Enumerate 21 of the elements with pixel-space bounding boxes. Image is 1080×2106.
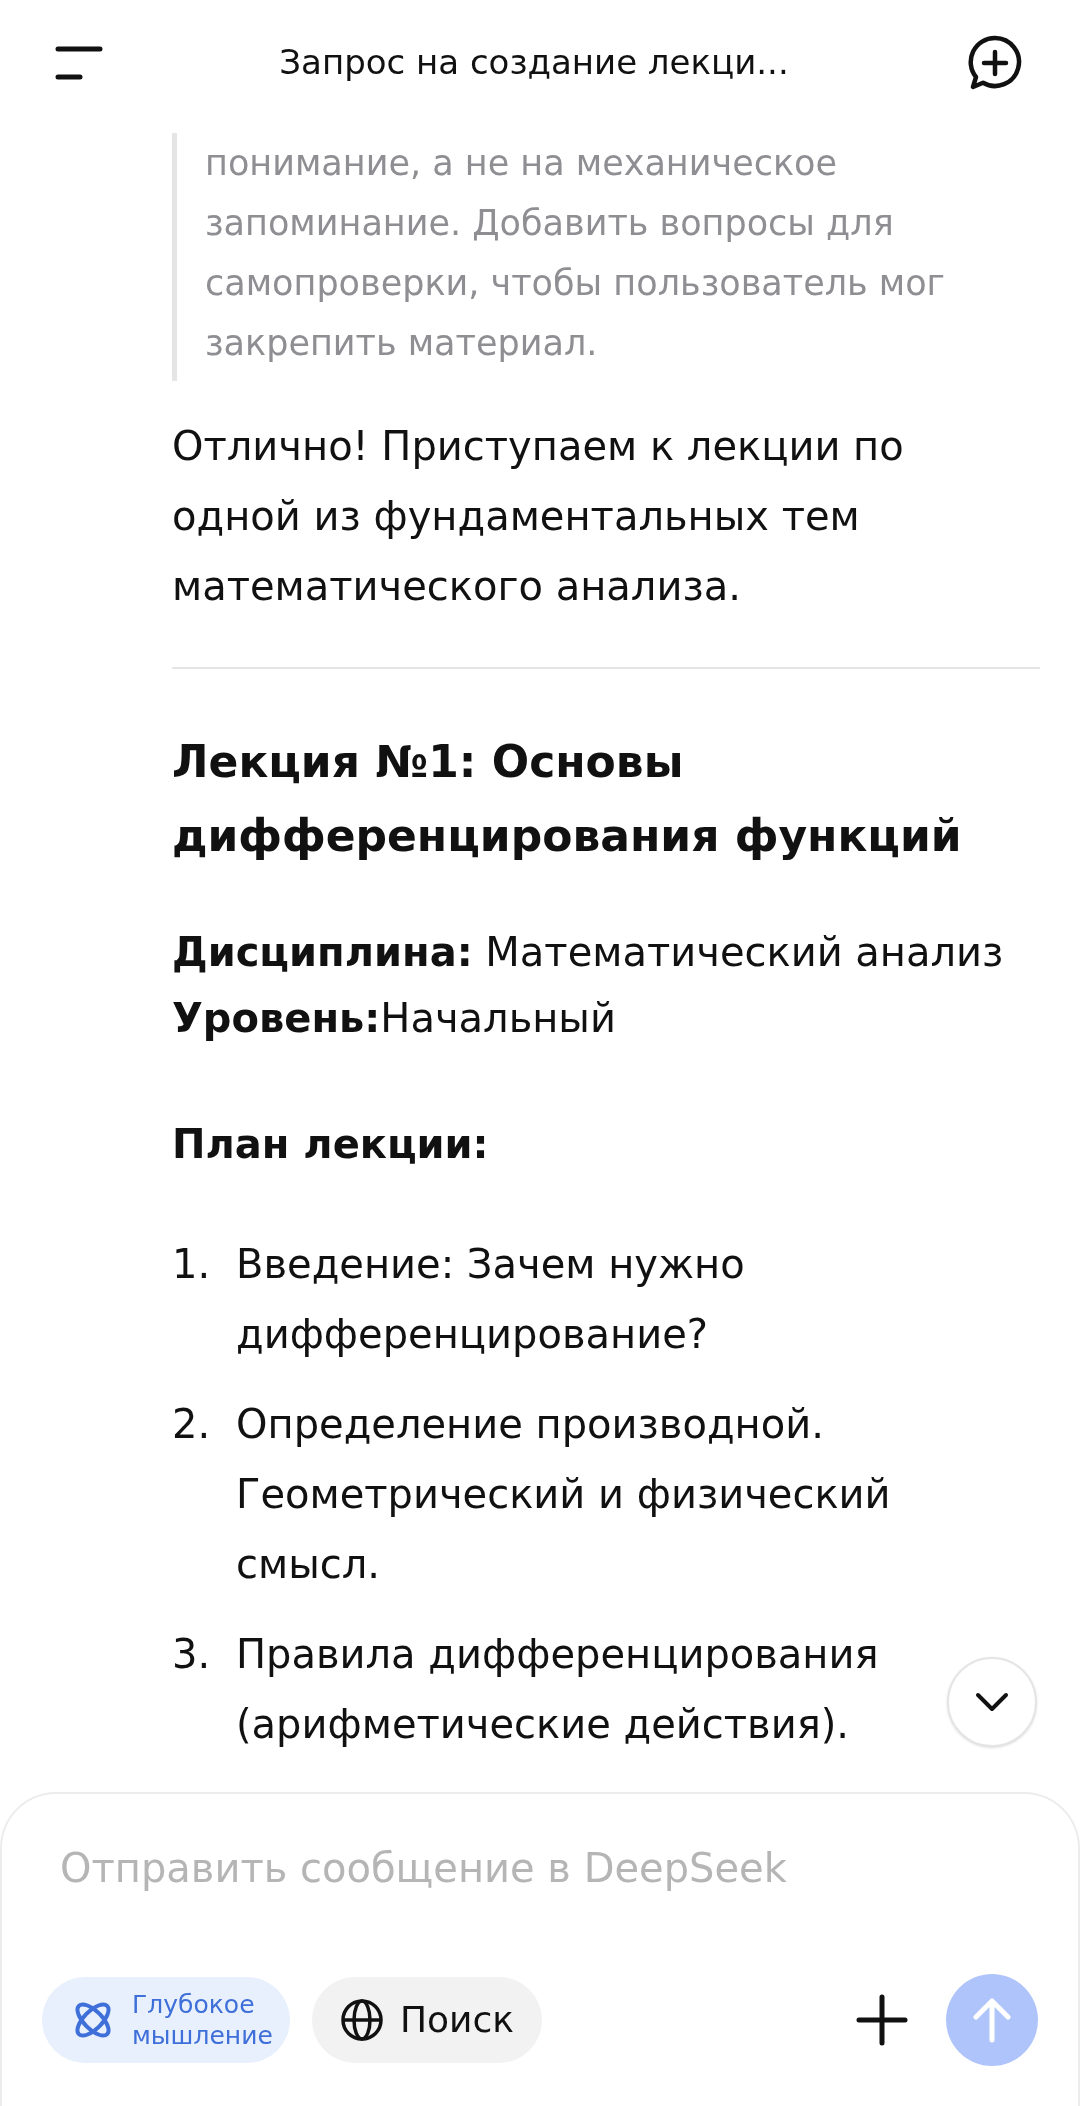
list-item-text: Введение: Зачем нужно дифференцирование? [236, 1240, 746, 1359]
arrow-up-icon [972, 1997, 1012, 2043]
list-number: 3. [172, 1630, 212, 1679]
list-number: 1. [172, 1240, 212, 1289]
intro-paragraph: Отлично! Приступаем к лекции по одной из фундаментальных тем математического анализа. [172, 422, 905, 611]
plus-icon[interactable] [856, 1994, 908, 2046]
chat-title: Запрос на создание лекци... [279, 41, 789, 84]
quoted-text: понимание, а не на механическое запоминание. Добавить вопросы для самопроверки, чтобы пользователь мог закрепить материал. [205, 142, 946, 365]
menu-icon[interactable] [55, 45, 103, 80]
search-toggle[interactable]: Поиск [312, 1977, 543, 2063]
meta-line: Дисциплина: Математический анализ [172, 928, 1005, 977]
meta-line: Уровень:Начальный [172, 994, 617, 1043]
lecture-heading: Лекция №1: Основы дифференцирования функций [172, 735, 963, 863]
plan-heading: План лекции: [172, 1120, 490, 1169]
message-input[interactable]: Отправить сообщение в DeepSeek [42, 1838, 1038, 1898]
chevron-down-icon [975, 1692, 1009, 1712]
deep-thinking-toggle[interactable]: Глубокое мышление [42, 1977, 290, 2063]
globe-icon [340, 1998, 384, 2042]
list-item-text: Определение производной. Геометрический и физический смысл. [236, 1400, 892, 1589]
list-number: 2. [172, 1400, 212, 1449]
list-item-text: Правила дифференцирования (арифметические действия). [236, 1630, 880, 1749]
